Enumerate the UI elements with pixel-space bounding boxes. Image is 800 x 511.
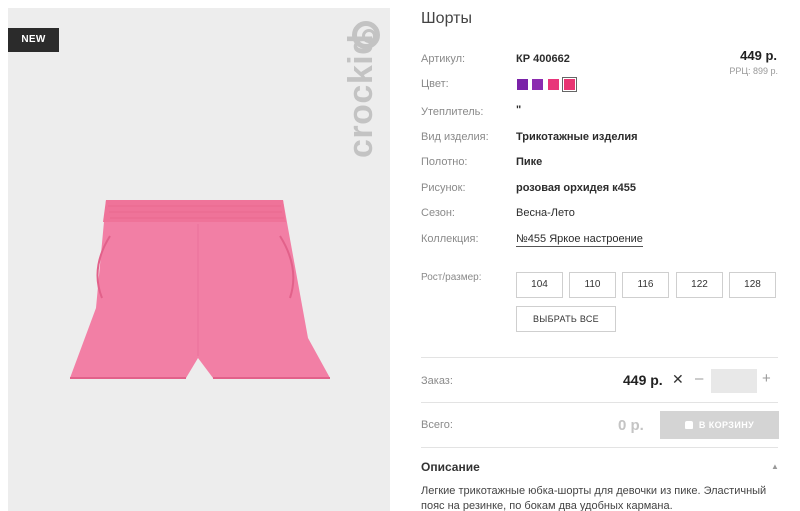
description-text: Легкие трикотажные юбка-шорты для девочк… — [421, 485, 767, 511]
color-swatch-pink-selected[interactable] — [562, 77, 577, 92]
quantity-input[interactable] — [711, 369, 757, 393]
print-value: розовая орхидея к455 — [516, 182, 637, 194]
type-value: Трикотажные изделия — [516, 131, 638, 143]
product-photo[interactable]: NEW crockid — [8, 8, 390, 511]
article-label: Артикул: — [421, 53, 466, 65]
size-option-128[interactable]: 128 — [729, 272, 776, 298]
divider — [421, 357, 778, 358]
brand-logo-text: crockid — [342, 33, 380, 158]
collection-link[interactable]: №455 Яркое настроение — [516, 233, 643, 247]
size-option-110[interactable]: 110 — [569, 272, 616, 298]
decrease-quantity-button[interactable]: – — [695, 370, 703, 387]
article-value: КР 400662 — [516, 53, 570, 65]
collection-label: Коллекция: — [421, 233, 479, 245]
color-swatch-pink[interactable] — [548, 79, 559, 90]
collapse-caret-icon[interactable]: ▲ — [771, 462, 779, 471]
print-label: Рисунок: — [421, 182, 466, 194]
divider — [421, 447, 778, 448]
fabric-value: Пике — [516, 156, 543, 168]
insulation-value: " — [516, 104, 522, 116]
add-to-cart-button[interactable]: В КОРЗИНУ — [660, 411, 779, 439]
select-all-sizes-button[interactable]: ВЫБРАТЬ ВСЕ — [516, 306, 616, 332]
size-label: Рост/размер: — [421, 272, 482, 283]
order-price: 449 р. — [623, 372, 663, 388]
color-swatch-purple[interactable] — [517, 79, 528, 90]
recommended-price: РРЦ: 899 р. — [729, 66, 778, 76]
product-price: 449 р. — [740, 48, 777, 63]
color-label: Цвет: — [421, 78, 449, 90]
color-swatch-violet[interactable] — [532, 79, 543, 90]
season-label: Сезон: — [421, 207, 455, 219]
type-label: Вид изделия: — [421, 131, 489, 143]
increase-quantity-button[interactable]: + — [762, 370, 771, 387]
fabric-label: Полотно: — [421, 156, 468, 168]
total-price: 0 р. — [618, 417, 644, 434]
insulation-label: Утеплитель: — [421, 106, 484, 118]
cart-bag-icon — [684, 421, 693, 429]
size-option-116[interactable]: 116 — [622, 272, 669, 298]
shorts-image — [70, 200, 330, 379]
multiply-icon: ✕ — [672, 371, 684, 387]
season-value: Весна-Лето — [516, 207, 575, 219]
description-title[interactable]: Описание — [421, 460, 480, 474]
collection-link-text[interactable]: №455 Яркое настроение — [516, 233, 643, 247]
add-to-cart-label: В КОРЗИНУ — [698, 420, 755, 430]
new-badge: NEW — [8, 28, 59, 52]
size-option-122[interactable]: 122 — [676, 272, 723, 298]
total-label: Всего: — [421, 419, 453, 431]
size-option-104[interactable]: 104 — [516, 272, 563, 298]
divider — [421, 402, 778, 403]
product-title: Шорты — [421, 10, 472, 27]
order-label: Заказ: — [421, 375, 453, 387]
